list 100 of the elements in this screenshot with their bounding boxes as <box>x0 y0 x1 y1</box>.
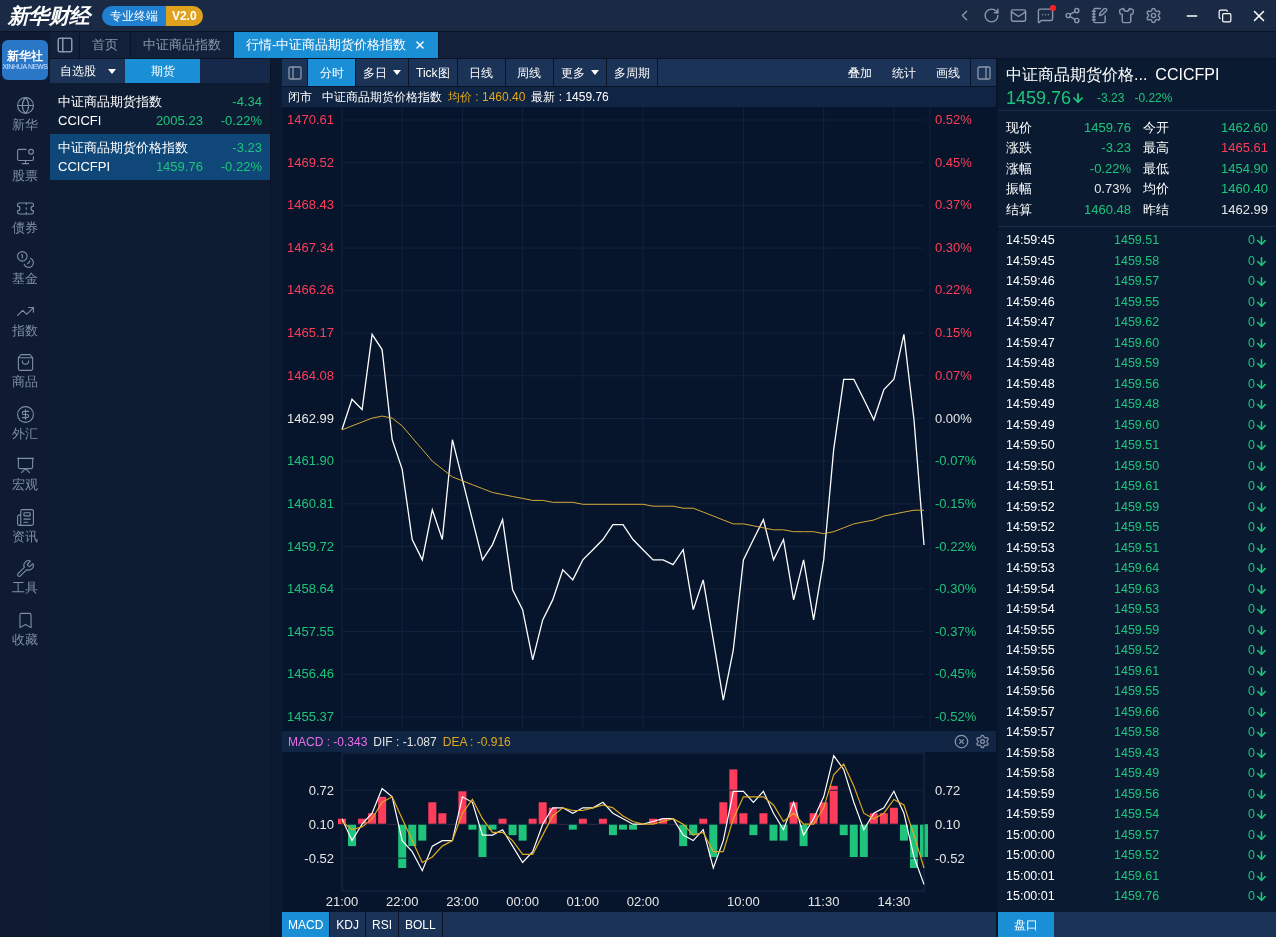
price-axis-label: 1465.17 <box>287 325 334 341</box>
stat-label: 昨结 <box>1143 200 1169 219</box>
nav-item[interactable]: 基金 <box>0 242 50 294</box>
trade-time: 14:59:53 <box>1006 560 1056 578</box>
trade-price: 1459.50 <box>1114 457 1160 475</box>
notes-icon[interactable] <box>1091 7 1108 24</box>
price-axis-label: 1470.61 <box>287 112 334 127</box>
trade-time: 14:59:52 <box>1006 498 1056 516</box>
watchlist-item[interactable]: 中证商品期货价格指数 -3.23 CCICFPI 1459.76 -0.22% <box>50 134 270 180</box>
price-axis-label: 1457.55 <box>287 623 334 639</box>
indicator-tab[interactable]: KDJ <box>330 912 366 937</box>
restore-icon[interactable] <box>1218 8 1232 23</box>
mail-icon[interactable] <box>1010 7 1027 24</box>
time-axis-label: 11:30 <box>807 894 840 909</box>
list-tab[interactable]: 期货 <box>125 59 200 83</box>
trade-time: 14:59:56 <box>1006 683 1056 701</box>
refresh-icon[interactable] <box>983 7 1000 24</box>
trade-price: 1459.64 <box>1114 560 1160 578</box>
page-tab[interactable]: 首页 <box>80 32 131 58</box>
nav-item[interactable]: 新华 <box>0 88 50 140</box>
trade-time: 14:59:57 <box>1006 703 1056 721</box>
trade-volume: 0 <box>1248 293 1255 311</box>
time-axis-label: 10:00 <box>727 894 760 909</box>
indicator-tab[interactable]: MACD <box>282 912 331 937</box>
histogram-bar <box>759 813 768 825</box>
nav-item[interactable]: 商品 <box>0 345 50 397</box>
period-tab[interactable]: 多日 <box>356 59 409 86</box>
time-axis-label: 14:30 <box>877 894 911 909</box>
nav-item[interactable]: 工具 <box>0 551 50 603</box>
trade-time: 14:59:56 <box>1006 662 1056 680</box>
trade-volume: 0 <box>1248 560 1255 578</box>
globe-icon <box>15 95 35 115</box>
order-book-tab[interactable]: 盘口 <box>998 912 1054 937</box>
nav-item[interactable]: 资讯 <box>0 500 50 552</box>
macd-axis-label: 0.10 <box>308 817 334 833</box>
close-indicator-icon[interactable] <box>954 734 969 749</box>
panel-toggle-icon[interactable] <box>55 36 74 54</box>
percent-axis-label: 0.00% <box>935 410 972 426</box>
period-tab[interactable]: 更多 <box>553 59 607 86</box>
settings-icon[interactable] <box>975 734 990 749</box>
nav-item[interactable]: 外汇 <box>0 397 50 449</box>
panel-toggle-icon[interactable] <box>975 64 992 81</box>
price-change: -4.34 <box>232 93 262 111</box>
trade-time: 14:59:46 <box>1006 273 1056 291</box>
chart-tool-button[interactable]: 统计 <box>882 59 926 86</box>
chart-tool-button[interactable]: 画线 <box>926 59 970 86</box>
percent-change: -0.22% <box>220 112 262 130</box>
nav-item[interactable]: 指数 <box>0 294 50 346</box>
stat-label: 最低 <box>1143 159 1169 178</box>
list-tab[interactable]: 自选股 <box>50 59 125 83</box>
nav-item[interactable]: 宏观 <box>0 448 50 500</box>
percent-axis-label: -0.07% <box>935 453 977 469</box>
trade-volume: 0 <box>1248 232 1255 250</box>
indicator-readout: DEA : -0.916 <box>442 733 511 751</box>
chat-icon[interactable] <box>1037 7 1054 24</box>
trade-time: 14:59:52 <box>1006 519 1056 537</box>
share-icon[interactable] <box>1064 7 1081 24</box>
close-tab-icon[interactable] <box>414 39 427 51</box>
trade-price: 1459.52 <box>1114 642 1160 660</box>
logo-text: 新华社 <box>7 49 43 63</box>
trade-price: 1459.60 <box>1114 416 1160 434</box>
instrument-code: CCICFI <box>58 112 103 130</box>
histogram-bar <box>418 824 427 841</box>
period-tab[interactable]: 分时 <box>308 59 356 86</box>
trade-price: 1459.61 <box>1114 478 1160 496</box>
period-tab[interactable]: 多周期 <box>606 59 658 86</box>
trade-volume: 0 <box>1248 416 1255 434</box>
macd-axis-label: 0.72 <box>308 783 334 799</box>
trade-price: 1459.53 <box>1114 601 1160 619</box>
indicator-tab[interactable]: BOLL <box>399 912 443 937</box>
settings-icon[interactable] <box>1145 7 1162 24</box>
nav-item[interactable]: 收藏 <box>0 603 50 655</box>
trade-price: 1459.56 <box>1114 375 1160 393</box>
histogram-bar <box>629 824 637 830</box>
trade-time: 15:00:01 <box>1006 867 1056 885</box>
period-tab[interactable]: 周线 <box>505 59 554 86</box>
panel-toggle-icon[interactable] <box>286 64 303 81</box>
page-tab[interactable]: 行情-中证商品期货价格指数 <box>234 32 440 58</box>
histogram-bar <box>749 824 758 836</box>
trade-volume: 0 <box>1248 252 1255 270</box>
trade-time: 14:59:51 <box>1006 478 1056 496</box>
percent-axis-label: -0.52% <box>935 709 977 724</box>
shirt-icon[interactable] <box>1118 7 1135 24</box>
watchlist-item[interactable]: 中证商品期货指数 -4.34 CCICFI 2005.23 -0.22% <box>50 88 270 134</box>
trade-price: 1459.51 <box>1114 539 1160 557</box>
price-axis-label: 1464.08 <box>287 367 334 383</box>
presentation-icon <box>15 456 35 476</box>
quote-title: 中证商品期货价格... <box>1006 65 1148 85</box>
nav-item[interactable]: 债券 <box>0 191 50 243</box>
chart-tool-button[interactable]: 叠加 <box>838 59 882 86</box>
average-price: 均价 : 1460.40 <box>448 89 526 106</box>
nav-item[interactable]: 股票 <box>0 139 50 191</box>
trade-time: 14:59:48 <box>1006 375 1056 393</box>
price-axis-label: 1459.72 <box>287 538 334 554</box>
period-tab[interactable]: Tick图 <box>409 59 458 86</box>
macd-axis-label: -0.52 <box>304 851 334 867</box>
indicator-tab[interactable]: RSI <box>366 912 400 937</box>
period-tab[interactable]: 日线 <box>457 59 506 86</box>
time-axis-label: 01:00 <box>566 894 600 909</box>
stat-label: 最高 <box>1143 139 1169 157</box>
